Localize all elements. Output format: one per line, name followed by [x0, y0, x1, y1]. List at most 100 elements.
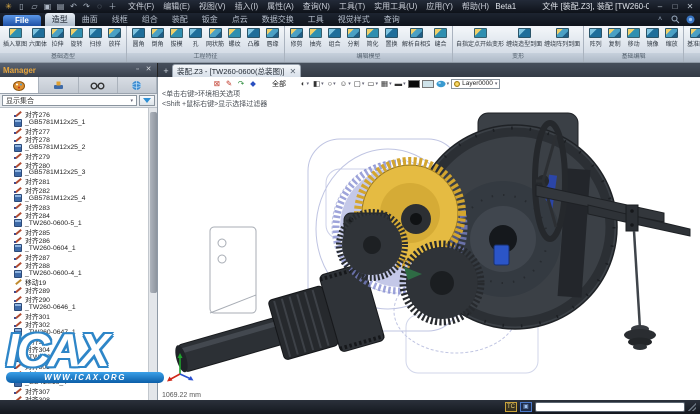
edit-icon[interactable]: ✎: [224, 79, 234, 89]
render-icon[interactable]: ▬▾: [395, 79, 406, 89]
ribbon-tab-查询[interactable]: 查询: [377, 13, 407, 26]
close-button[interactable]: ✕: [683, 2, 697, 12]
tree-scrollbar[interactable]: [148, 108, 157, 400]
file-tab[interactable]: File: [3, 15, 41, 26]
tree-scrollbar-thumb[interactable]: [150, 112, 157, 293]
model-bracket-outline[interactable]: [210, 227, 256, 313]
ribbon-tab-线框[interactable]: 线框: [105, 13, 135, 26]
tree-item-对齐302[interactable]: 对齐302: [14, 320, 148, 328]
menu-item-8[interactable]: 应用(Y): [422, 0, 457, 13]
ribbon-button-螺纹[interactable]: 螺纹: [225, 27, 244, 49]
manager-float-button[interactable]: ▫: [132, 65, 143, 75]
menu-item-2[interactable]: 视图(V): [195, 0, 230, 13]
display-mode-icon[interactable]: ◐▾: [300, 79, 310, 89]
ribbon-tab-视觉样式[interactable]: 视觉样式: [331, 13, 377, 26]
ribbon-button-复制[interactable]: 复制: [605, 27, 624, 49]
menu-item-5[interactable]: 查询(N): [299, 0, 334, 13]
tree-item-对齐282[interactable]: 对齐282: [14, 186, 148, 194]
ribbon-button-圆角[interactable]: 圆角: [129, 27, 148, 49]
menu-item-7[interactable]: 实用工具(U): [370, 0, 421, 13]
layer-combobox[interactable]: Layer0000 ▾: [451, 79, 500, 89]
save-file-icon[interactable]: ▣: [42, 2, 53, 12]
ribbon-button-镜像[interactable]: 镜像: [643, 27, 662, 49]
ribbon-button-缝合[interactable]: 缝合: [431, 27, 450, 49]
ribbon-button-组合[interactable]: 组合: [325, 27, 344, 49]
ribbon-button-拉伸[interactable]: 拉伸: [48, 27, 67, 49]
model-blue-block[interactable]: [494, 245, 509, 265]
ribbon-tab-钣金[interactable]: 钣金: [195, 13, 225, 26]
tree-item-对齐276[interactable]: 对齐276: [14, 110, 148, 118]
ribbon-button-拔模[interactable]: 拔模: [167, 27, 186, 49]
menu-item-0[interactable]: 文件(F): [124, 0, 158, 13]
tree-item-对齐288[interactable]: 对齐288: [14, 261, 148, 269]
exit-icon[interactable]: ⊠: [212, 79, 222, 89]
ribbon-button-缠绕阵列到面[interactable]: 缠绕阵列到面: [543, 27, 581, 49]
tree-item-对齐280[interactable]: 对齐280: [14, 160, 148, 168]
maximize-button[interactable]: □: [668, 2, 682, 12]
background-icon[interactable]: ▢▾: [354, 79, 365, 89]
manager-close-button[interactable]: ✕: [143, 65, 154, 75]
new-file-icon[interactable]: ▯: [16, 2, 27, 12]
orient-icon[interactable]: ◧▾: [313, 79, 324, 89]
manager-session-tab[interactable]: [118, 77, 157, 93]
ribbon-button-插入草图[interactable]: 插入草图: [2, 27, 28, 49]
model-weight-hanger[interactable]: [624, 231, 656, 350]
ribbon-button-简化[interactable]: 简化: [363, 27, 382, 49]
appearance-icon[interactable]: ☺▾: [340, 79, 351, 89]
redo-icon[interactable]: ↷: [81, 2, 92, 12]
gearbox-assembly-model[interactable]: [158, 77, 700, 400]
ribbon-button-解析自相交[interactable]: 解析自相交: [401, 27, 431, 49]
ribbon-button-倒角[interactable]: 倒角: [148, 27, 167, 49]
ribbon-button-修剪[interactable]: 修剪: [287, 27, 306, 49]
filter-button[interactable]: [139, 95, 155, 106]
ribbon-tab-工具[interactable]: 工具: [301, 13, 331, 26]
color-swatch-pale[interactable]: [422, 80, 434, 88]
open-file-icon[interactable]: ▱: [29, 2, 40, 12]
regen-icon[interactable]: ↷: [236, 79, 246, 89]
minimize-button[interactable]: –: [653, 2, 667, 12]
ribbon-button-缩放[interactable]: 缩放: [662, 27, 681, 49]
ribbon-button-凸雕[interactable]: 凸雕: [244, 27, 263, 49]
graphics-area[interactable]: ⊠✎↷◆ 全部 ◐▾◧▾○▾☺▾▢▾▭▾▦▾▬▾ ▾ Layer0000 ▾ <…: [158, 77, 700, 400]
query-icon[interactable]: ◆: [248, 79, 258, 89]
window-icon[interactable]: ▭▾: [367, 79, 378, 89]
menu-item-3[interactable]: 插入(I): [231, 0, 263, 13]
ribbon-button-抽壳[interactable]: 抽壳: [306, 27, 325, 49]
model-input-shaft[interactable]: [165, 263, 385, 397]
print-icon[interactable]: ▤: [55, 2, 66, 12]
ribbon-tab-点云[interactable]: 点云: [225, 13, 255, 26]
ribbon-button-扫掠[interactable]: 扫掠: [86, 27, 105, 49]
ribbon-tab-组合[interactable]: 组合: [135, 13, 165, 26]
resize-grip-icon[interactable]: [688, 403, 696, 411]
color-swatch-black[interactable]: [408, 80, 420, 88]
command-input[interactable]: [535, 402, 685, 412]
prompt-mode-icon[interactable]: TC: [505, 402, 517, 412]
ribbon-button-缠绕造型到面[interactable]: 缠绕造型到面: [505, 27, 543, 49]
material-icon[interactable]: ▾: [436, 79, 450, 89]
tree-item-对齐306[interactable]: 对齐306: [14, 370, 148, 378]
ribbon-tab-造型[interactable]: 造型: [45, 13, 75, 26]
ribbon-button-六面体[interactable]: 六面体: [28, 27, 48, 49]
tree-item-对齐304[interactable]: 对齐304: [14, 345, 148, 353]
filter-all-label[interactable]: 全部: [272, 79, 286, 89]
selection-filter-icon[interactable]: ◌: [94, 2, 105, 12]
ribbon-button-唇缘[interactable]: 唇缘: [263, 27, 282, 49]
collapse-ribbon-icon[interactable]: ˄: [654, 15, 666, 25]
spin-icon[interactable]: ○▾: [327, 79, 337, 89]
ribbon-button-孔[interactable]: 孔: [186, 27, 205, 49]
ribbon-button-放样[interactable]: 放样: [105, 27, 124, 49]
document-tab-close-icon[interactable]: ✕: [290, 67, 297, 76]
ribbon-tab-数据交换[interactable]: 数据交换: [255, 13, 301, 26]
section-icon[interactable]: ▦▾: [381, 79, 392, 89]
manager-history-tab[interactable]: [0, 77, 39, 93]
ribbon-button-置换[interactable]: 置换: [382, 27, 401, 49]
ribbon-tab-装配[interactable]: 装配: [165, 13, 195, 26]
ribbon-button-分割[interactable]: 分割: [344, 27, 363, 49]
customize-icon[interactable]: ＋: [107, 2, 118, 12]
new-document-tab-button[interactable]: +: [160, 65, 172, 77]
menu-item-1[interactable]: 编辑(E): [159, 0, 194, 13]
ribbon-tab-曲面[interactable]: 曲面: [75, 13, 105, 26]
document-tab[interactable]: 装配.Z3 - [TW260-0600(总装图)] ✕: [172, 64, 301, 77]
tree-item-对齐278[interactable]: 对齐278: [14, 135, 148, 143]
display-set-dropdown[interactable]: 显示集合 ▾: [2, 95, 137, 106]
